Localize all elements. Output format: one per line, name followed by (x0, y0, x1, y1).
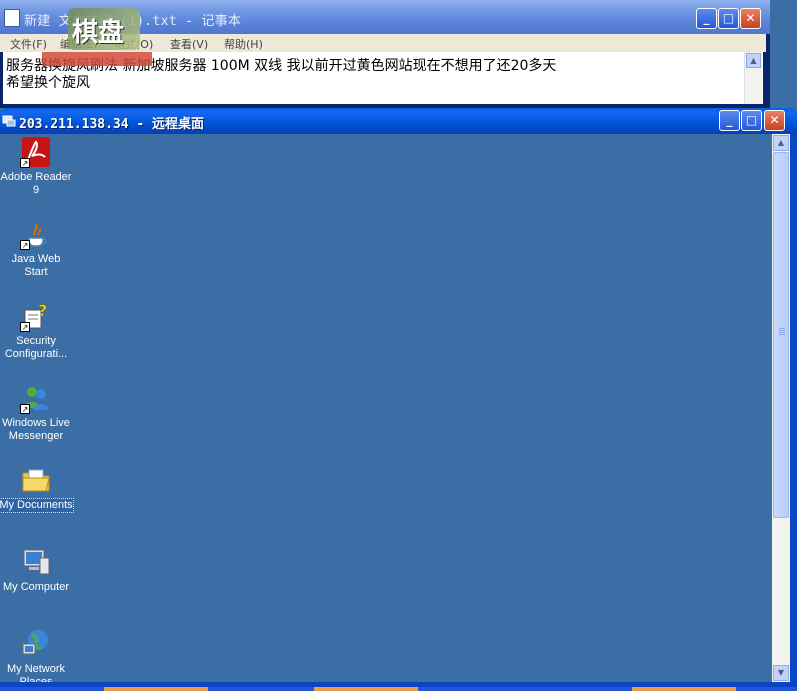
messenger-icon: ↗ (20, 382, 52, 414)
svg-text:?: ? (38, 301, 47, 320)
text-line-2: 希望换个旋风 (6, 75, 90, 91)
notepad-vertical-scrollbar[interactable]: ▲ (744, 52, 762, 104)
notepad-title-bar[interactable]: 新建 文本文档 (1).txt - 记事本 _ □ ✕ (0, 0, 770, 34)
notepad-menu-bar: 文件(F) 编辑(E) 格式(O) 查看(V) 帮助(H) (0, 34, 766, 52)
remote-desktop-title-bar[interactable]: 203.211.138.34 - 远程桌面 _ □ ✕ (0, 108, 797, 134)
remote-desktop-window[interactable]: 203.211.138.34 - 远程桌面 _ □ ✕ ↗ Adobe Read… (0, 108, 797, 691)
desktop-icon-java-web-start[interactable]: ↗ Java Web Start (0, 218, 73, 279)
remote-desktop-title: 203.211.138.34 - 远程桌面 (19, 117, 205, 132)
desktop-icon-windows-live-messenger[interactable]: ↗ Windows Live Messenger (0, 382, 73, 443)
icon-label: Adobe Reader 9 (0, 171, 72, 196)
rd-minimize-button[interactable]: _ (719, 110, 740, 131)
rd-scroll-up-button[interactable]: ▲ (773, 135, 789, 151)
desktop-icon-my-documents[interactable]: My Documents (0, 464, 74, 513)
taskbar-button-2[interactable] (314, 687, 418, 691)
menu-help[interactable]: 帮助(H) (224, 36, 263, 52)
icon-label: My Network Places (6, 663, 66, 682)
icon-label: Security Configurati... (4, 335, 68, 360)
remote-desktop-icon (2, 115, 16, 127)
notepad-text-area[interactable]: 服务器换旋风刷法 新加坡服务器 100M 双线 我以前开过黄色网站现在不想用了还… (3, 52, 763, 104)
taskbar-button-1[interactable] (104, 687, 208, 691)
remote-desktop-vertical-scrollbar[interactable]: ▲ ▼ (772, 134, 790, 682)
notepad-minimize-button[interactable]: _ (696, 8, 717, 29)
network-icon (20, 628, 52, 660)
desktop-icon-my-computer[interactable]: My Computer (0, 546, 73, 594)
desktop-icon-my-network-places[interactable]: My Network Places (0, 628, 73, 682)
remote-desktop-area[interactable]: ↗ Adobe Reader 9 ↗ Java Web Start ? ↗ Se… (0, 134, 772, 682)
folder-icon (20, 464, 52, 496)
desktop-icon-security-configuration[interactable]: ? ↗ Security Configurati... (0, 300, 73, 361)
menu-view[interactable]: 查看(V) (170, 36, 208, 52)
security-config-icon: ? ↗ (20, 301, 48, 332)
notepad-window[interactable]: 新建 文本文档 (1).txt - 记事本 _ □ ✕ 文件(F) 编辑(E) … (0, 0, 770, 108)
java-icon: ↗ (20, 218, 52, 250)
computer-icon (20, 546, 52, 578)
icon-label: My Documents (0, 498, 74, 513)
notepad-app-icon (4, 9, 20, 27)
icon-label: My Computer (2, 581, 70, 593)
rd-window-border-right (790, 134, 797, 682)
taskbar-button-3[interactable] (632, 687, 736, 691)
desktop-icon-adobe-reader[interactable]: ↗ Adobe Reader 9 (0, 136, 73, 197)
notepad-close-button[interactable]: ✕ (740, 8, 761, 29)
icon-label: Windows Live Messenger (2, 417, 70, 442)
notepad-scroll-up-button[interactable]: ▲ (746, 53, 761, 68)
adobe-reader-icon: ↗ (20, 136, 52, 168)
menu-file[interactable]: 文件(F) (10, 36, 47, 52)
rd-maximize-button[interactable]: □ (741, 110, 762, 131)
menu-format[interactable]: 格式(O) (114, 36, 153, 52)
rd-scroll-down-button[interactable]: ▼ (773, 665, 789, 681)
rd-close-button[interactable]: ✕ (764, 110, 785, 131)
notepad-title: 新建 文本文档 (1).txt - 记事本 (24, 14, 242, 29)
rd-scroll-thumb[interactable] (773, 152, 789, 518)
notepad-maximize-button[interactable]: □ (718, 8, 739, 29)
menu-edit[interactable]: 编辑(E) (60, 36, 98, 52)
icon-label: Java Web Start (11, 253, 61, 278)
